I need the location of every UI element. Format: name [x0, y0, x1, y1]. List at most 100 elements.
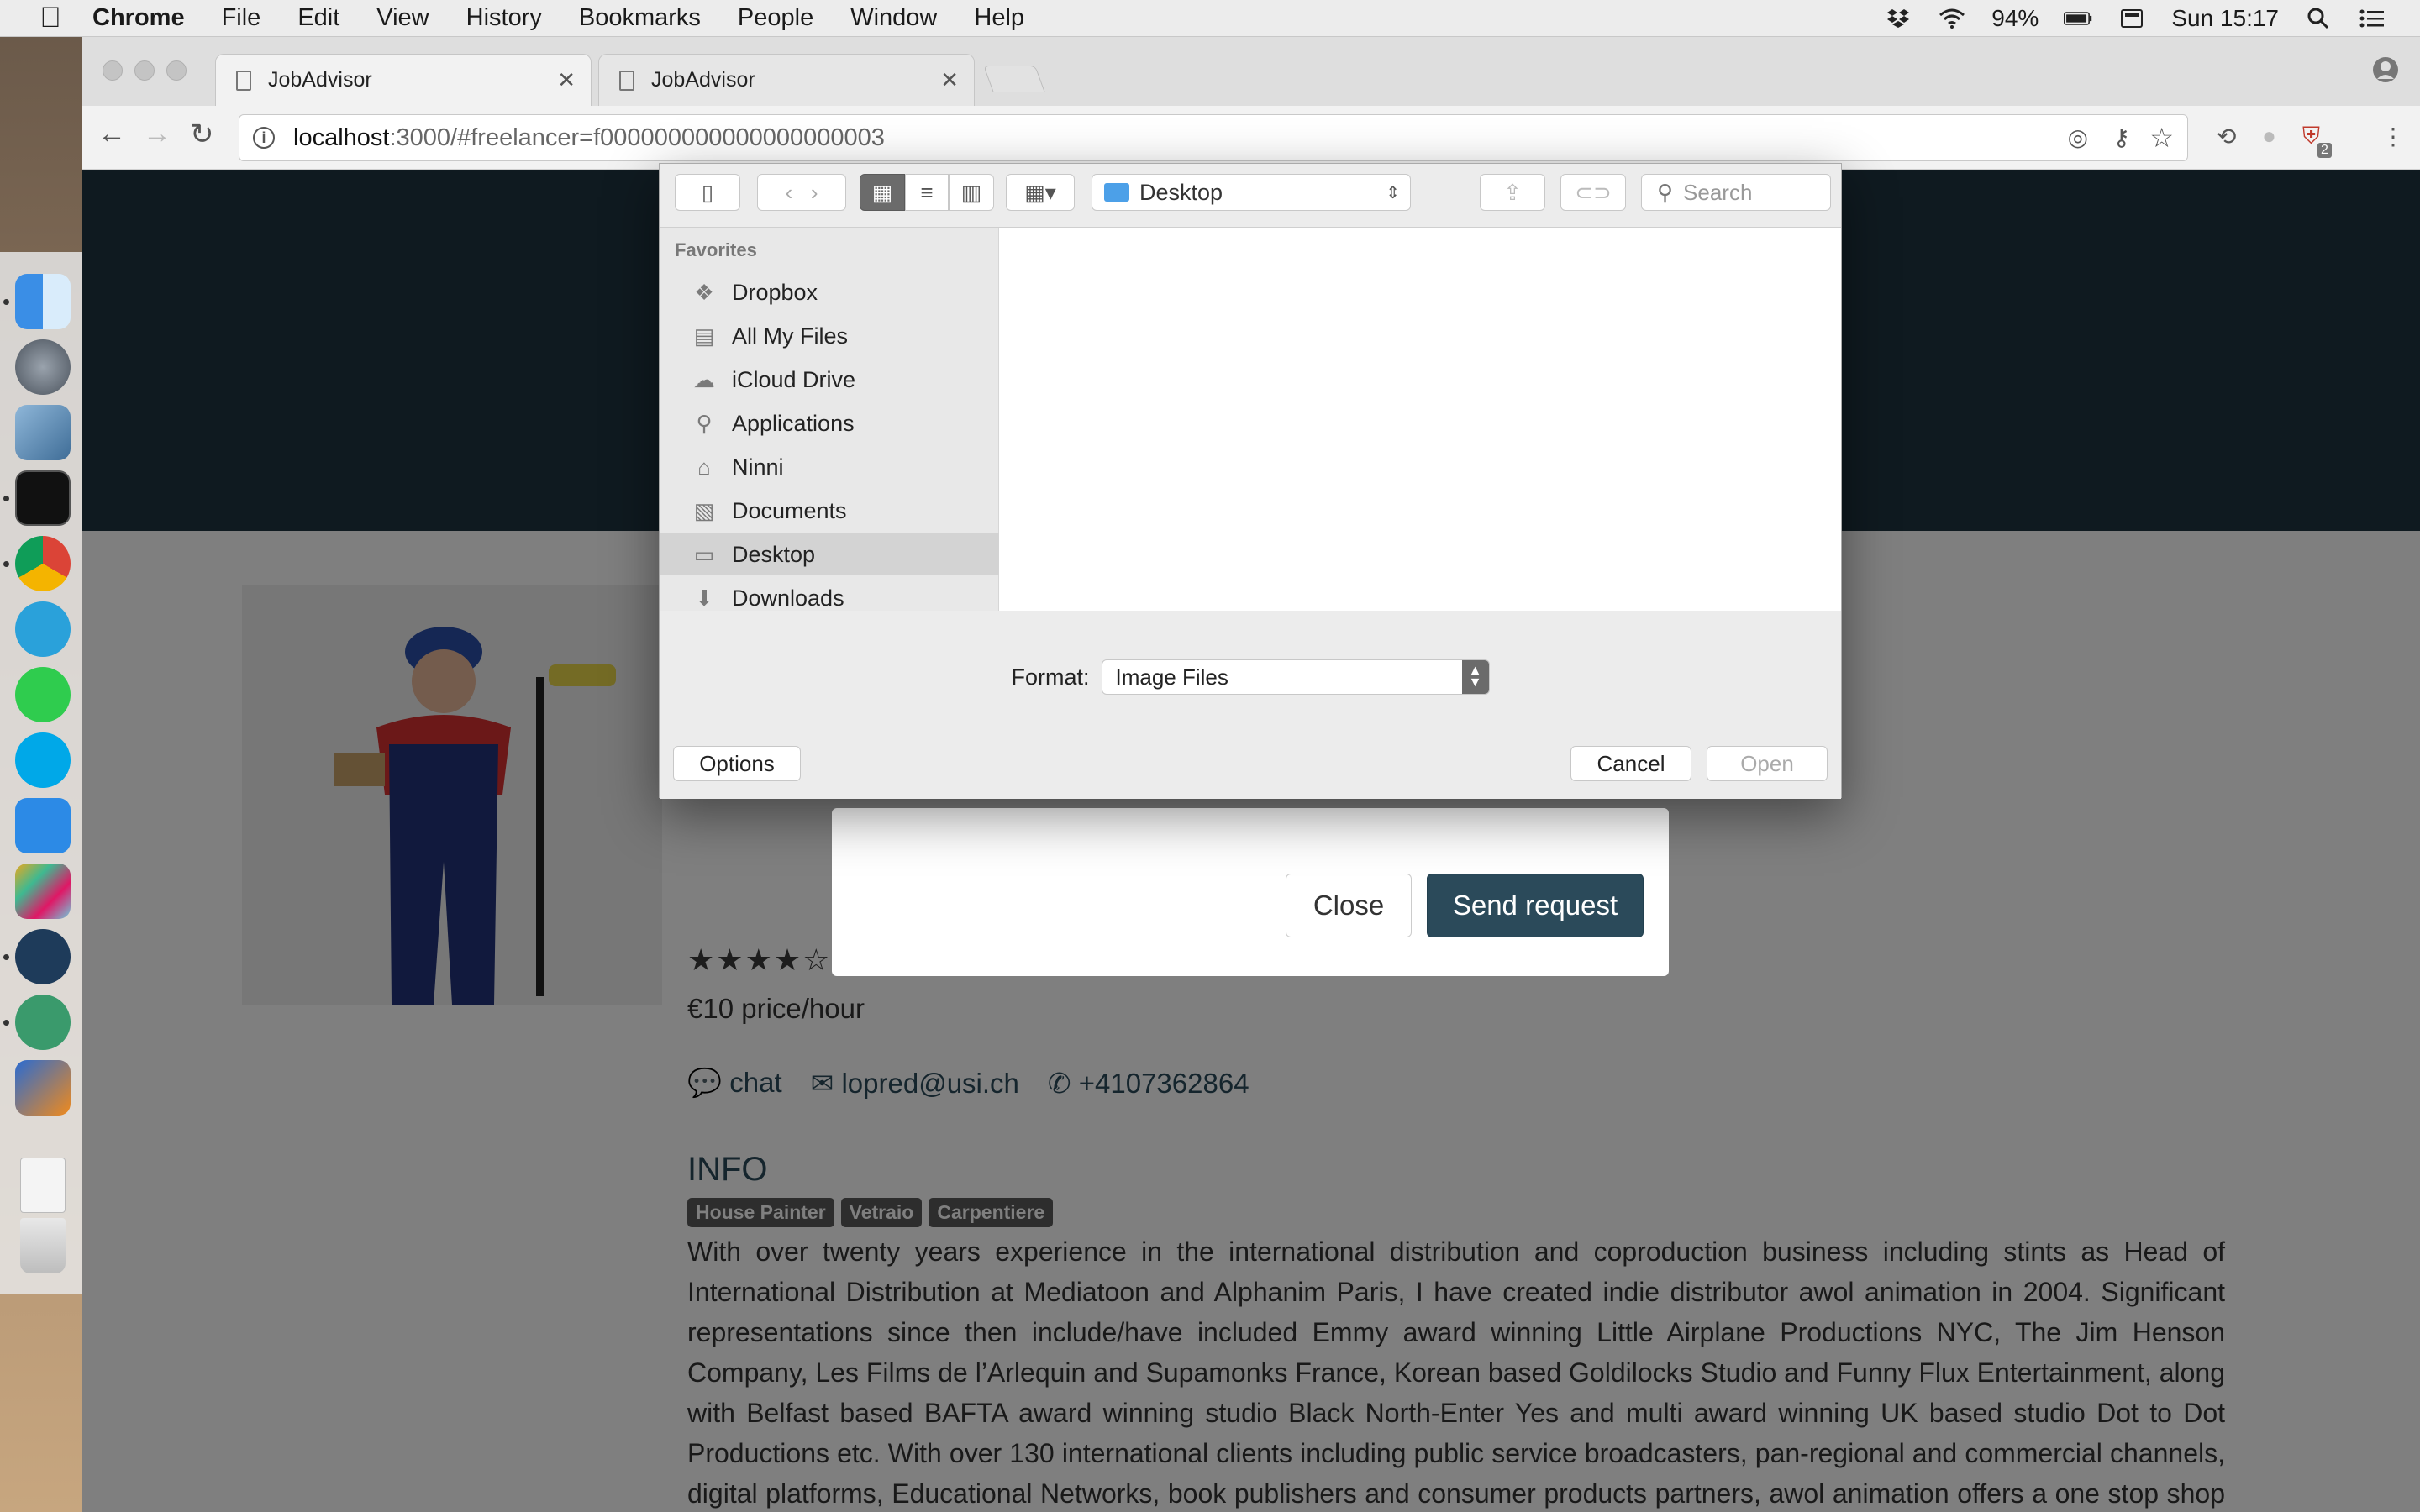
pdf-document-icon[interactable]: [20, 1158, 66, 1213]
wifi-icon[interactable]: [1938, 6, 1966, 31]
favorites-sidebar: Favorites ❖ Dropbox ▤ All My Files ☁ iCloud…: [660, 228, 999, 611]
zoom-window-button[interactable]: [166, 60, 187, 81]
sidebar-item-downloads[interactable]: ⬇ Downloads: [660, 577, 999, 619]
format-value: Image Files: [1115, 664, 1228, 690]
tag-icon[interactable]: ⊂⊃: [1560, 174, 1626, 211]
menu-bookmarks[interactable]: Bookmarks: [579, 4, 701, 32]
trash-icon[interactable]: [20, 1218, 66, 1273]
list-view-icon[interactable]: ≡: [905, 174, 949, 211]
sidebar-item-icloud-drive[interactable]: ☁ iCloud Drive: [660, 359, 999, 401]
tab-title: JobAdvisor: [268, 68, 372, 92]
sync-extension-icon[interactable]: ⟲: [2217, 123, 2236, 150]
skype-icon[interactable]: [15, 732, 71, 788]
tab-title: JobAdvisor: [651, 68, 755, 92]
profile-icon[interactable]: [2371, 55, 2400, 91]
format-select[interactable]: Image Files ▲ ▼: [1101, 659, 1490, 695]
clock[interactable]: Sun 15:17: [2171, 5, 2279, 32]
new-tab-button[interactable]: [983, 66, 1045, 92]
slack-icon[interactable]: [15, 864, 71, 919]
modal-close-button[interactable]: Close: [1286, 874, 1412, 937]
page-icon: [619, 70, 634, 91]
forward-icon[interactable]: →: [143, 118, 171, 150]
close-tab-icon[interactable]: ✕: [940, 67, 959, 93]
chevron-left-icon[interactable]: ‹: [785, 180, 792, 206]
transmit-icon[interactable]: [15, 798, 71, 853]
sidebar-item-dropbox[interactable]: ❖ Dropbox: [660, 271, 999, 313]
sidebar-item-label: All My Files: [732, 323, 849, 349]
file-browser-area[interactable]: [999, 228, 1841, 611]
search-field[interactable]: ⚲ Search: [1641, 174, 1831, 211]
back-forward-buttons[interactable]: ‹ ›: [757, 174, 846, 211]
sidebar-toggle-icon[interactable]: ▯: [675, 174, 740, 211]
menu-view[interactable]: View: [376, 4, 429, 32]
terminal-icon[interactable]: [15, 470, 71, 526]
notification-center-icon[interactable]: [2358, 6, 2386, 31]
folder-icon: [1104, 183, 1129, 202]
atom-icon[interactable]: [15, 995, 71, 1050]
chrome-icon[interactable]: [15, 536, 71, 591]
tab-jobadvisor-active[interactable]: JobAdvisor ✕: [215, 54, 592, 106]
dropbox-status-icon[interactable]: [1884, 6, 1912, 31]
dialog-footer: Options Cancel Open: [660, 732, 1841, 799]
input-menu-icon[interactable]: [2118, 6, 2146, 31]
sidebar-item-applications[interactable]: ⚲ Applications: [660, 402, 999, 444]
send-request-button[interactable]: Send request: [1427, 874, 1644, 937]
close-tab-icon[interactable]: ✕: [557, 67, 576, 93]
sidebar-item-ninni[interactable]: ⌂ Ninni: [660, 446, 999, 488]
chrome-menu-icon[interactable]: ⋮: [2381, 123, 2405, 150]
arrange-menu-icon[interactable]: ▦▾: [1006, 174, 1075, 211]
key-icon[interactable]: ⚷: [2112, 123, 2130, 151]
search-icon: ⚲: [1657, 179, 1674, 205]
cancel-button[interactable]: Cancel: [1570, 746, 1691, 781]
format-label: Format:: [1011, 664, 1090, 690]
format-row: Format: Image Files ▲ ▼: [660, 659, 1841, 695]
location-icon[interactable]: ◎: [2068, 123, 2088, 151]
sidebar-item-label: Applications: [732, 410, 855, 436]
sidebar-item-all-my-files[interactable]: ▤ All My Files: [660, 315, 999, 357]
location-popup[interactable]: Desktop ⇕: [1092, 174, 1411, 211]
menu-help[interactable]: Help: [974, 4, 1024, 32]
tab-bar: JobAdvisor ✕ JobAdvisor ✕: [82, 37, 2420, 106]
telegram-icon[interactable]: [15, 601, 71, 657]
dialog-toolbar: ▯ ‹ › ▦ ≡ ▥ ▦▾ Desktop ⇕ ⇪ ⊂⊃ ⚲ Search: [660, 164, 1841, 228]
finder-icon[interactable]: [15, 274, 71, 329]
menu-window[interactable]: Window: [850, 4, 937, 32]
icon-view-icon[interactable]: ▦: [860, 174, 905, 211]
reload-icon[interactable]: ↻: [190, 118, 214, 151]
documents-icon: ▧: [693, 497, 715, 523]
menu-edit[interactable]: Edit: [297, 4, 339, 32]
matlab-icon[interactable]: [15, 1060, 71, 1116]
file-open-dialog: ▯ ‹ › ▦ ≡ ▥ ▦▾ Desktop ⇕ ⇪ ⊂⊃ ⚲ Search F…: [659, 163, 1842, 799]
menu-file[interactable]: File: [222, 4, 261, 32]
whatsapp-icon[interactable]: [15, 667, 71, 722]
running-indicator: [3, 1020, 9, 1026]
sourcetree-icon[interactable]: [15, 929, 71, 984]
menu-people[interactable]: People: [738, 4, 813, 32]
minimize-window-button[interactable]: [134, 60, 155, 81]
extension-icon[interactable]: ●: [2262, 123, 2276, 150]
apple-icon[interactable]: : [34, 2, 67, 34]
column-view-icon[interactable]: ▥: [949, 174, 994, 211]
tab-jobadvisor[interactable]: JobAdvisor ✕: [598, 54, 975, 106]
chevron-right-icon[interactable]: ›: [811, 180, 818, 206]
url-host: localhost: [293, 123, 390, 151]
menu-history[interactable]: History: [466, 4, 542, 32]
bookmark-star-icon[interactable]: ☆: [2149, 122, 2174, 154]
spotlight-search-icon[interactable]: [2304, 6, 2333, 31]
share-icon[interactable]: ⇪: [1480, 174, 1545, 211]
close-window-button[interactable]: [103, 60, 123, 81]
running-indicator: [3, 496, 9, 501]
sidebar-item-documents[interactable]: ▧ Documents: [660, 490, 999, 532]
open-button[interactable]: Open: [1707, 746, 1828, 781]
back-icon[interactable]: ←: [97, 118, 126, 150]
site-info-icon[interactable]: i: [253, 127, 275, 149]
launchpad-icon[interactable]: [15, 339, 71, 395]
menu-app-name[interactable]: Chrome: [92, 4, 185, 32]
sidebar-item-label: Documents: [732, 497, 847, 523]
home-icon: ⌂: [697, 454, 711, 480]
sidebar-item-desktop[interactable]: ▭ Desktop: [660, 533, 999, 575]
battery-icon[interactable]: [2064, 6, 2092, 31]
options-button[interactable]: Options: [673, 746, 801, 781]
address-bar[interactable]: i localhost:3000/#freelancer=f0000000000…: [239, 114, 2188, 161]
preview-icon[interactable]: [15, 405, 71, 460]
